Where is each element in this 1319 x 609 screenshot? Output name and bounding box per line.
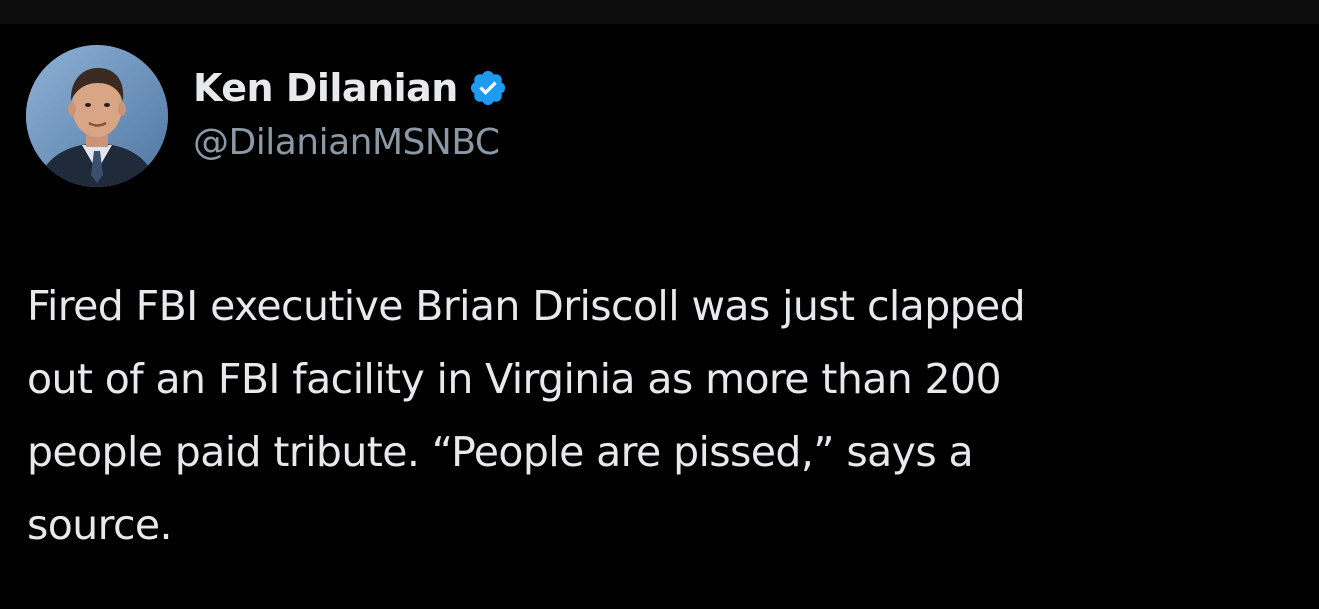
top-strip [0, 0, 1319, 24]
profile-photo-icon [26, 45, 168, 187]
avatar[interactable] [26, 45, 168, 187]
tweet-text: Fired FBI executive Brian Driscoll was j… [27, 282, 1026, 549]
user-handle[interactable]: @DilanianMSNBC [193, 122, 500, 163]
display-name-row[interactable]: Ken Dilanian [193, 64, 508, 112]
verified-badge-icon [470, 70, 505, 106]
display-name[interactable]: Ken Dilanian [193, 66, 458, 110]
